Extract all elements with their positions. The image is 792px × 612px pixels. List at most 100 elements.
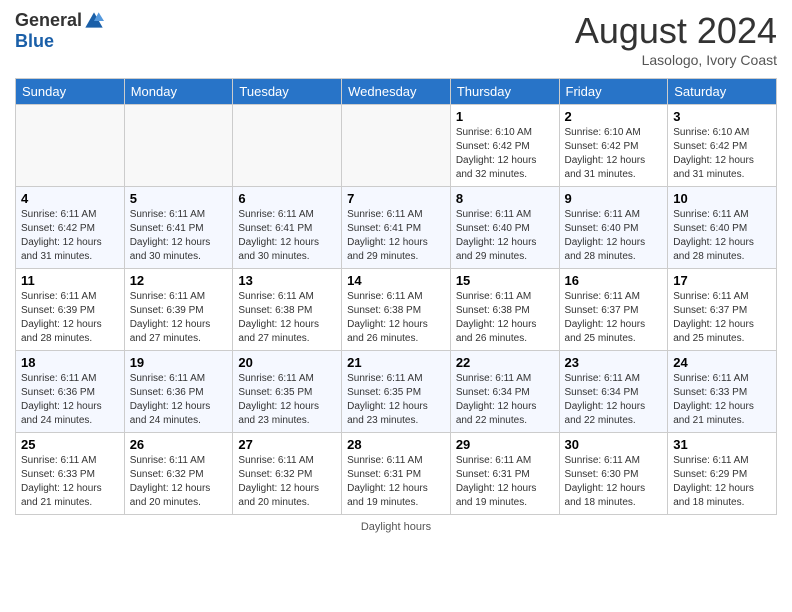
calendar-row-3: 18Sunrise: 6:11 AMSunset: 6:36 PMDayligh… (16, 351, 777, 433)
logo-blue: Blue (15, 31, 54, 51)
col-saturday: Saturday (668, 79, 777, 105)
day-number: 19 (130, 355, 228, 370)
calendar-cell-2-6: 17 Sunrise: 6:11 AMSunset: 6:37 PMDayligh… (668, 269, 777, 351)
calendar-row-1: 4 Sunrise: 6:11 AMSunset: 6:42 PMDaylight… (16, 187, 777, 269)
day-info: Sunrise: 6:11 AMSunset: 6:40 PMDaylight:… (565, 208, 663, 264)
calendar-cell-1-2: 6Sunrise: 6:11 AMSunset: 6:41 PMDaylight… (233, 187, 342, 269)
calendar-cell-1-5: 9 Sunrise: 6:11 AMSunset: 6:40 PMDaylight… (559, 187, 668, 269)
day-number: 29 (456, 437, 554, 452)
calendar-row-2: 11Sunrise: 6:11 AMSunset: 6:39 PMDayligh… (16, 269, 777, 351)
day-number: 8 (456, 191, 554, 206)
calendar-cell-2-5: 16 Sunrise: 6:11 AMSunset: 6:37 PMDayligh… (559, 269, 668, 351)
calendar-cell-0-1 (124, 105, 233, 187)
calendar-cell-1-1: 5 Sunrise: 6:11 AMSunset: 6:41 PMDaylight… (124, 187, 233, 269)
day-info: Sunrise: 6:11 AMSunset: 6:36 PMDaylight:… (21, 372, 119, 428)
calendar-cell-2-3: 14 Sunrise: 6:11 AMSunset: 6:38 PMDayligh… (342, 269, 451, 351)
calendar-cell-4-6: 31Sunrise: 6:11 AMSunset: 6:29 PMDayligh… (668, 433, 777, 515)
calendar-table: Sunday Monday Tuesday Wednesday Thursday… (15, 78, 777, 515)
day-number: 26 (130, 437, 228, 452)
day-info: Sunrise: 6:11 AMSunset: 6:32 PMDaylight:… (130, 454, 228, 510)
month-year-title: August 2024 (575, 10, 777, 52)
day-number: 6 (238, 191, 336, 206)
day-number: 3 (673, 109, 771, 124)
calendar-cell-2-4: 15 Sunrise: 6:11 AMSunset: 6:38 PMDayligh… (450, 269, 559, 351)
calendar-cell-4-4: 29 Sunrise: 6:11 AMSunset: 6:31 PMDayligh… (450, 433, 559, 515)
day-info: Sunrise: 6:11 AMSunset: 6:34 PMDaylight:… (456, 372, 554, 428)
day-number: 9 (565, 191, 663, 206)
calendar-cell-3-5: 23 Sunrise: 6:11 AMSunset: 6:34 PMDayligh… (559, 351, 668, 433)
calendar-cell-0-0 (16, 105, 125, 187)
day-number: 13 (238, 273, 336, 288)
calendar-cell-0-5: 2Sunrise: 6:10 AMSunset: 6:42 PMDaylight… (559, 105, 668, 187)
calendar-cell-0-4: 1 Sunrise: 6:10 AMSunset: 6:42 PMDaylight… (450, 105, 559, 187)
day-info: Sunrise: 6:11 AMSunset: 6:38 PMDaylight:… (347, 290, 445, 346)
day-info: Sunrise: 6:11 AMSunset: 6:36 PMDaylight:… (130, 372, 228, 428)
calendar-cell-1-0: 4 Sunrise: 6:11 AMSunset: 6:42 PMDaylight… (16, 187, 125, 269)
day-info: Sunrise: 6:11 AMSunset: 6:30 PMDaylight:… (565, 454, 663, 510)
day-number: 4 (21, 191, 119, 206)
day-number: 23 (565, 355, 663, 370)
col-friday: Friday (559, 79, 668, 105)
calendar-cell-0-2 (233, 105, 342, 187)
logo-text: General (15, 10, 104, 31)
calendar-cell-4-3: 28Sunrise: 6:11 AMSunset: 6:31 PMDayligh… (342, 433, 451, 515)
calendar-cell-4-2: 27 Sunrise: 6:11 AMSunset: 6:32 PMDayligh… (233, 433, 342, 515)
calendar-cell-0-3 (342, 105, 451, 187)
day-info: Sunrise: 6:10 AMSunset: 6:42 PMDaylight:… (565, 126, 663, 182)
day-info: Sunrise: 6:11 AMSunset: 6:33 PMDaylight:… (21, 454, 119, 510)
day-info: Sunrise: 6:11 AMSunset: 6:33 PMDaylight:… (673, 372, 771, 428)
day-number: 5 (130, 191, 228, 206)
day-number: 21 (347, 355, 445, 370)
day-info: Sunrise: 6:11 AMSunset: 6:40 PMDaylight:… (673, 208, 771, 264)
col-tuesday: Tuesday (233, 79, 342, 105)
col-sunday: Sunday (16, 79, 125, 105)
col-wednesday: Wednesday (342, 79, 451, 105)
day-info: Sunrise: 6:11 AMSunset: 6:37 PMDaylight:… (673, 290, 771, 346)
calendar-row-4: 25 Sunrise: 6:11 AMSunset: 6:33 PMDayligh… (16, 433, 777, 515)
calendar-cell-0-6: 3 Sunrise: 6:10 AMSunset: 6:42 PMDaylight… (668, 105, 777, 187)
day-info: Sunrise: 6:11 AMSunset: 6:31 PMDaylight:… (347, 454, 445, 510)
day-info: Sunrise: 6:10 AMSunset: 6:42 PMDaylight:… (673, 126, 771, 182)
day-number: 25 (21, 437, 119, 452)
day-info: Sunrise: 6:11 AMSunset: 6:32 PMDaylight:… (238, 454, 336, 510)
day-number: 27 (238, 437, 336, 452)
calendar-cell-1-6: 10Sunrise: 6:11 AMSunset: 6:40 PMDayligh… (668, 187, 777, 269)
calendar-cell-3-0: 18Sunrise: 6:11 AMSunset: 6:36 PMDayligh… (16, 351, 125, 433)
day-number: 16 (565, 273, 663, 288)
calendar-cell-3-2: 20 Sunrise: 6:11 AMSunset: 6:35 PMDayligh… (233, 351, 342, 433)
day-number: 15 (456, 273, 554, 288)
page-container: General Blue August 2024 Lasologo, Ivory… (0, 0, 792, 543)
calendar-cell-3-1: 19 Sunrise: 6:11 AMSunset: 6:36 PMDayligh… (124, 351, 233, 433)
day-info: Sunrise: 6:11 AMSunset: 6:38 PMDaylight:… (238, 290, 336, 346)
logo-blue-text: Blue (15, 31, 104, 52)
day-number: 20 (238, 355, 336, 370)
day-info: Sunrise: 6:11 AMSunset: 6:39 PMDaylight:… (21, 290, 119, 346)
logo-general: General (15, 10, 82, 31)
day-info: Sunrise: 6:11 AMSunset: 6:38 PMDaylight:… (456, 290, 554, 346)
day-info: Sunrise: 6:11 AMSunset: 6:37 PMDaylight:… (565, 290, 663, 346)
day-number: 30 (565, 437, 663, 452)
logo: General Blue (15, 10, 104, 52)
calendar-cell-3-3: 21 Sunrise: 6:11 AMSunset: 6:35 PMDayligh… (342, 351, 451, 433)
day-number: 22 (456, 355, 554, 370)
calendar-cell-3-4: 22 Sunrise: 6:11 AMSunset: 6:34 PMDayligh… (450, 351, 559, 433)
header-row: Sunday Monday Tuesday Wednesday Thursday… (16, 79, 777, 105)
page-header: General Blue August 2024 Lasologo, Ivory… (15, 10, 777, 68)
day-info: Sunrise: 6:11 AMSunset: 6:34 PMDaylight:… (565, 372, 663, 428)
calendar-cell-2-0: 11Sunrise: 6:11 AMSunset: 6:39 PMDayligh… (16, 269, 125, 351)
calendar-cell-3-6: 24Sunrise: 6:11 AMSunset: 6:33 PMDayligh… (668, 351, 777, 433)
calendar-cell-2-2: 13 Sunrise: 6:11 AMSunset: 6:38 PMDayligh… (233, 269, 342, 351)
logo-icon (84, 11, 104, 31)
day-info: Sunrise: 6:11 AMSunset: 6:42 PMDaylight:… (21, 208, 119, 264)
day-number: 1 (456, 109, 554, 124)
footer: Daylight hours (15, 521, 777, 533)
day-info: Sunrise: 6:11 AMSunset: 6:31 PMDaylight:… (456, 454, 554, 510)
day-info: Sunrise: 6:11 AMSunset: 6:35 PMDaylight:… (347, 372, 445, 428)
day-number: 14 (347, 273, 445, 288)
day-info: Sunrise: 6:11 AMSunset: 6:41 PMDaylight:… (130, 208, 228, 264)
day-info: Sunrise: 6:10 AMSunset: 6:42 PMDaylight:… (456, 126, 554, 182)
day-info: Sunrise: 6:11 AMSunset: 6:35 PMDaylight:… (238, 372, 336, 428)
day-number: 17 (673, 273, 771, 288)
calendar-cell-1-4: 8Sunrise: 6:11 AMSunset: 6:40 PMDaylight… (450, 187, 559, 269)
day-number: 31 (673, 437, 771, 452)
